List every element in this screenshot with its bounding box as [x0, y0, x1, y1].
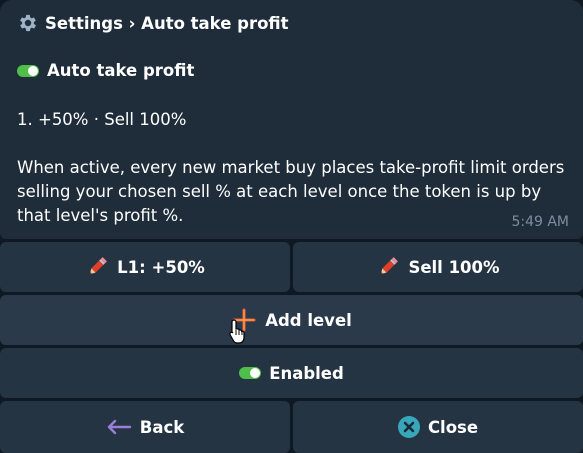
back-button[interactable]: Back	[0, 401, 290, 453]
gear-icon	[17, 12, 39, 34]
level-profit-button[interactable]: L1: +50%	[0, 242, 290, 292]
message-title-row: Settings › Auto take profit	[17, 12, 289, 34]
hand-cursor-icon	[228, 318, 248, 348]
add-level-label: Add level	[265, 310, 352, 330]
enabled-toggle-button[interactable]: Enabled	[0, 348, 583, 398]
close-label: Close	[427, 417, 479, 437]
message-bubble: Settings › Auto take profit Auto take pr…	[0, 0, 583, 239]
toggle-on-icon	[239, 367, 262, 379]
status-row: Auto take profit	[17, 61, 194, 80]
pencil-icon	[85, 255, 109, 279]
left-arrow-icon	[106, 419, 132, 435]
back-label: Back	[139, 417, 185, 437]
pencil-icon	[376, 255, 400, 279]
message-timestamp: 5:49 AM	[511, 214, 569, 230]
add-level-button[interactable]: Add level	[0, 295, 583, 345]
close-button[interactable]: Close	[293, 401, 583, 453]
enabled-label: Enabled	[269, 363, 344, 383]
close-icon	[397, 416, 420, 438]
message-title: Settings › Auto take profit	[45, 13, 289, 33]
level-sell-button[interactable]: Sell 100%	[293, 242, 583, 292]
toggle-on-icon	[17, 64, 39, 77]
level-profit-label: L1: +50%	[117, 257, 205, 277]
level-sell-label: Sell 100%	[408, 257, 500, 277]
status-label: Auto take profit	[47, 61, 195, 80]
description-text: When active, every new market buy places…	[17, 158, 565, 225]
level-line: 1. +50% · Sell 100%	[17, 110, 187, 129]
